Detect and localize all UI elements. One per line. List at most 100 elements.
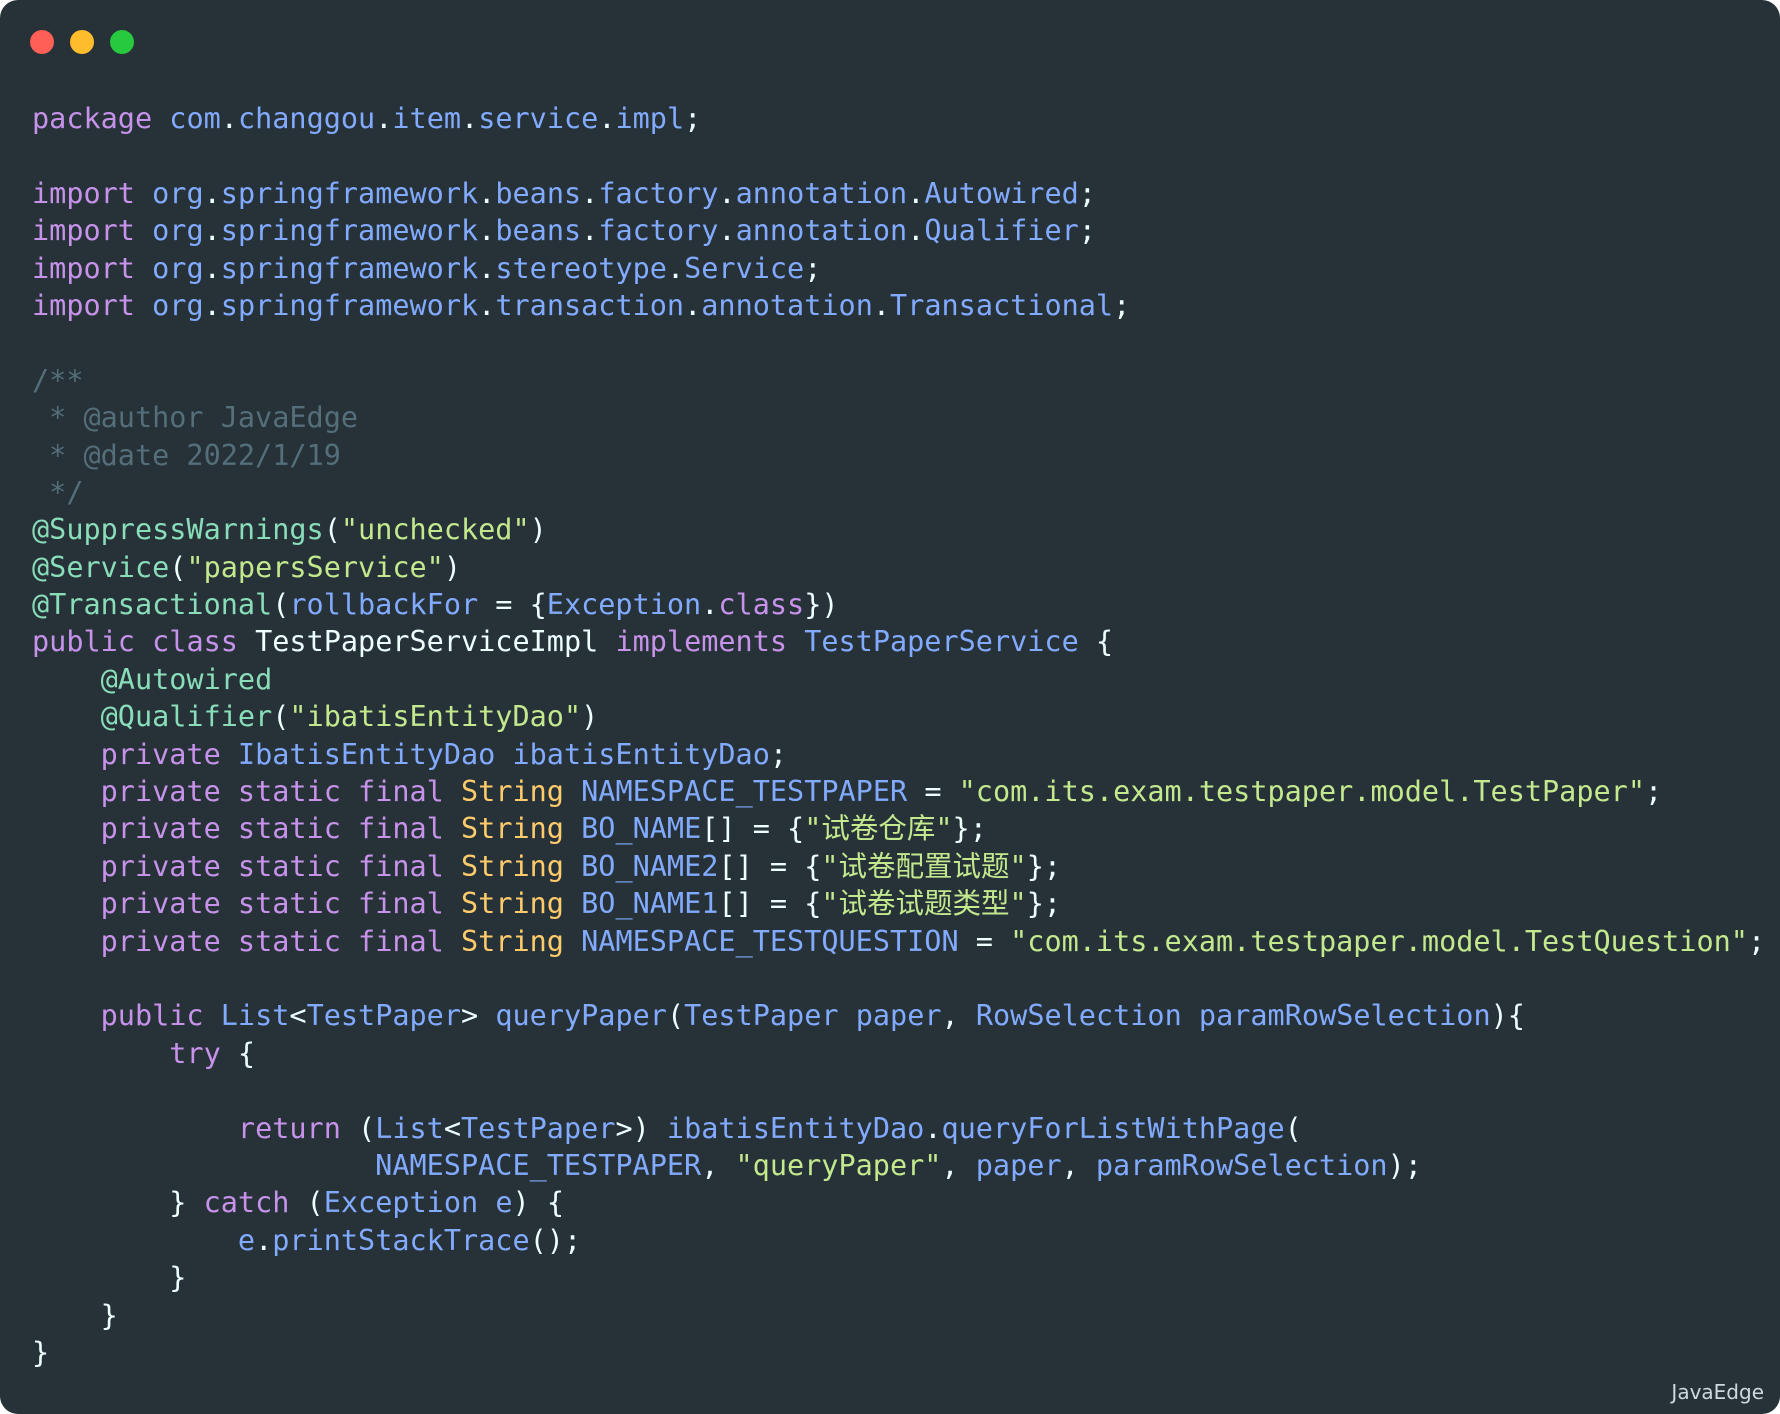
code-token: static [237, 849, 341, 883]
code-token: * @date 2022/1/19 [32, 438, 341, 472]
code-token: ( [289, 1186, 324, 1220]
code-token: "com.its.exam.testpaper.model.TestQuesti… [1010, 924, 1748, 958]
code-line: @Transactional(rollbackFor = {Exception.… [32, 586, 1765, 623]
code-token: . [461, 102, 479, 135]
code-token: class [152, 625, 238, 659]
code-token: . [598, 102, 616, 135]
code-token: ( [323, 513, 341, 547]
code-token: return [237, 1111, 341, 1145]
code-token: try [169, 1036, 221, 1070]
code-token: . [581, 214, 599, 248]
code-token: . [478, 251, 496, 285]
code-token: annotation [701, 288, 873, 322]
code-token: ){ [1490, 999, 1525, 1033]
code-token: paper [975, 1148, 1062, 1182]
code-token: printStackTrace [272, 1223, 530, 1257]
code-token: queryPaper [495, 999, 667, 1033]
code-token: TestPaperServiceImpl [255, 625, 599, 659]
code-line: * @date 2022/1/19 [32, 437, 1765, 474]
code-token: ; [1113, 288, 1131, 322]
code-token: ibatisEntityDao [666, 1111, 925, 1145]
code-token: Qualifier [924, 214, 1079, 248]
code-token: * @author JavaEdge [32, 401, 359, 435]
code-token: Exception [323, 1186, 479, 1220]
code-token: class [718, 588, 805, 622]
code-token: ; [769, 737, 788, 771]
code-token: springframework [220, 176, 479, 210]
code-token: . [718, 176, 736, 210]
code-token: . [718, 214, 736, 248]
code-token: "unchecked" [340, 513, 530, 547]
code-line: private static final String NAMESPACE_TE… [32, 773, 1765, 810]
code-token: springframework [220, 288, 479, 322]
code-token: static [237, 775, 341, 809]
code-token: ) { [512, 1186, 564, 1220]
code-token: private [100, 812, 221, 846]
code-token: */ [32, 475, 84, 509]
code-token: "ibatisEntityDao" [289, 700, 582, 734]
code-token: public [32, 625, 135, 659]
code-line: ​ [32, 960, 1765, 997]
code-token: = [907, 775, 959, 809]
code-token: e [495, 1186, 513, 1220]
code-token: . [203, 288, 221, 322]
code-token: private [100, 849, 221, 883]
code-token: . [666, 251, 685, 285]
code-token: "com.its.exam.testpaper.model.TestPaper" [958, 775, 1645, 809]
code-token: }; [952, 812, 987, 846]
code-token: beans [495, 176, 582, 210]
code-line: } catch (Exception e) { [32, 1184, 1765, 1221]
minimize-dot-icon[interactable] [70, 30, 94, 54]
code-token: ( [272, 700, 290, 734]
code-token: stereotype [495, 251, 667, 285]
code-line: return (List<TestPaper>) ibatisEntityDao… [32, 1110, 1765, 1147]
code-token: ) [581, 700, 599, 734]
code-token: String [461, 924, 564, 958]
maximize-dot-icon[interactable] [110, 30, 134, 54]
code-token: "试卷配置试题" [821, 849, 1027, 883]
code-token: final [358, 812, 444, 846]
code-token: package [32, 102, 153, 135]
code-token: . [924, 1111, 942, 1145]
code-token: String [461, 849, 564, 883]
code-token: TestPaper [684, 999, 839, 1033]
code-line: private static final String BO_NAME[] = … [32, 810, 1765, 847]
code-token: ( [666, 999, 685, 1033]
code-line: private static final String BO_NAME1[] =… [32, 885, 1765, 922]
code-token: import [32, 288, 135, 322]
code-token: annotation [735, 214, 908, 248]
code-token: ; [1078, 214, 1096, 248]
code-token: static [237, 887, 341, 921]
code-token: . [701, 588, 719, 622]
code-token: TestPaper [461, 1111, 616, 1145]
code-token: ; [1078, 176, 1096, 210]
code-token: ibatisEntityDao [512, 737, 770, 771]
close-dot-icon[interactable] [30, 30, 54, 54]
code-token: }; [1026, 887, 1062, 921]
code-token: "papersService" [186, 550, 444, 584]
code-token: queryForListWithPage [941, 1111, 1285, 1145]
code-token: ( [272, 588, 290, 622]
code-line: * @author JavaEdge [32, 399, 1765, 436]
